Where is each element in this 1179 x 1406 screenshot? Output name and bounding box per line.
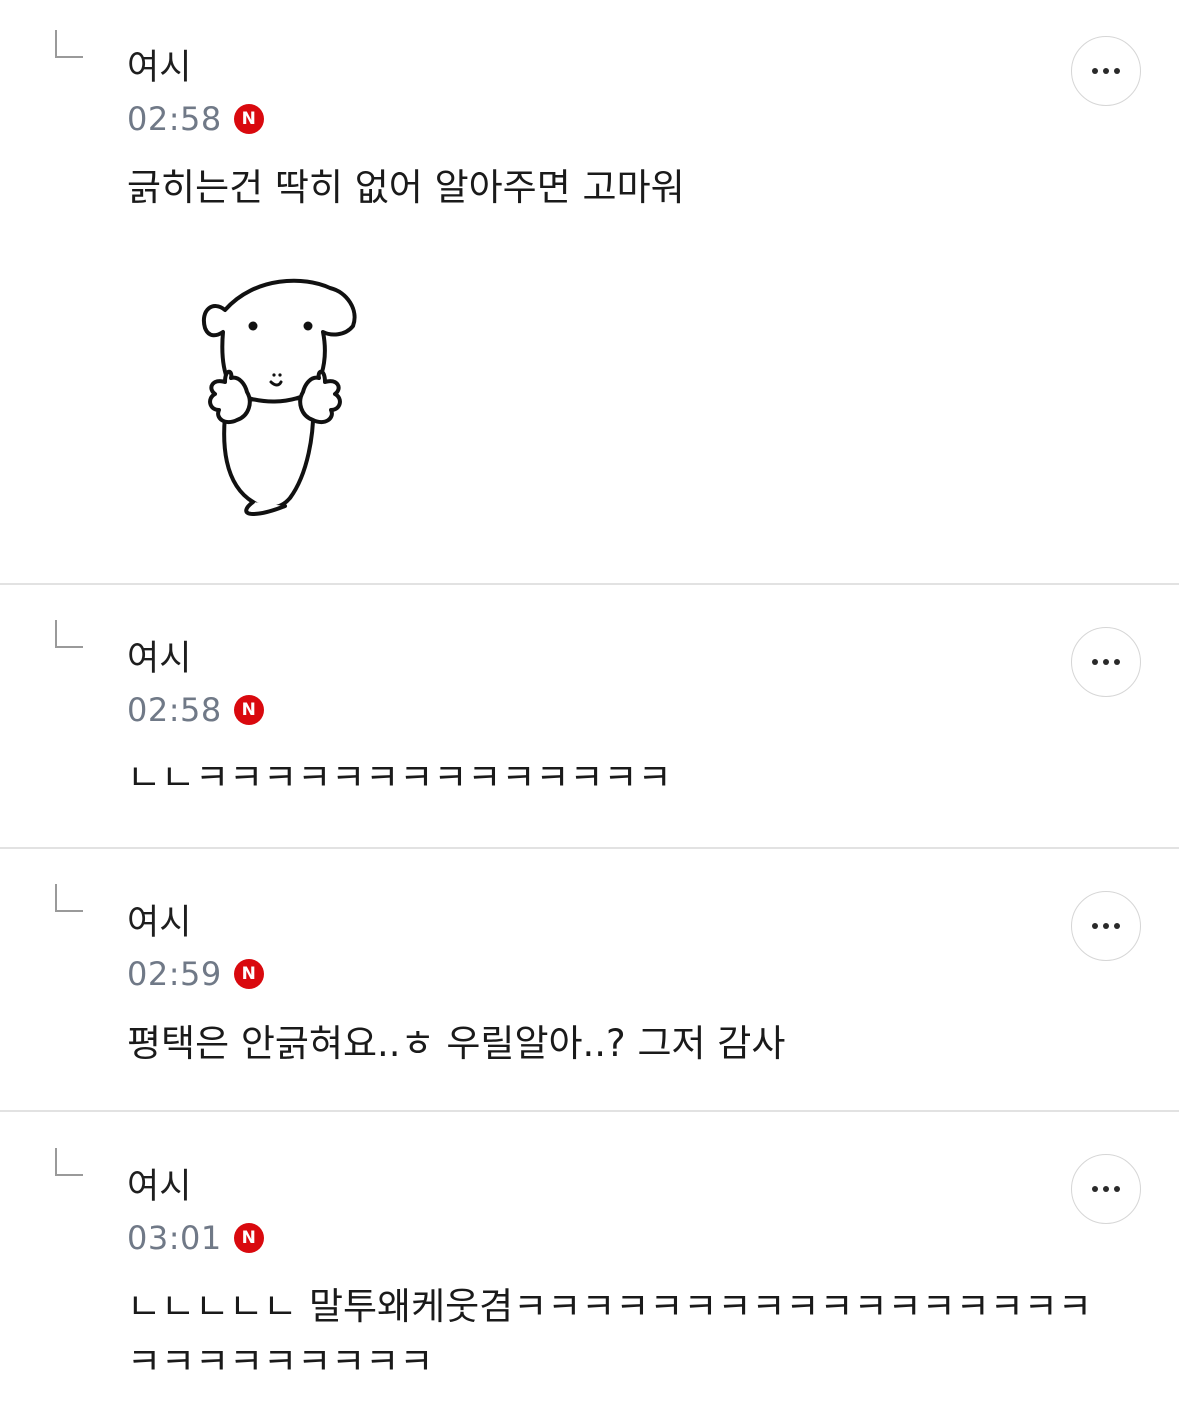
- puppy-sticker-icon[interactable]: [195, 270, 365, 520]
- new-badge-icon: N: [233, 104, 264, 134]
- more-options-icon: [1092, 68, 1098, 74]
- comment-time: 02:58: [127, 100, 222, 138]
- comment-time: 02:58: [127, 691, 222, 729]
- more-options-dot: [1114, 659, 1120, 665]
- more-options-dot: [1103, 659, 1109, 665]
- comment-item: 여시 02:59 N 평택은 안긁혀요..ㅎ 우릴알아..? 그저 감사: [0, 848, 1179, 1110]
- comment-item: 여시 02:58 N 긁히는건 딱히 없어 알아주면 고마워: [0, 0, 1179, 583]
- comment-author[interactable]: 여시: [127, 1167, 191, 1207]
- comment-author[interactable]: 여시: [127, 639, 191, 679]
- more-options-button[interactable]: [1071, 891, 1141, 961]
- more-options-icon: [1092, 659, 1098, 665]
- more-options-dot: [1114, 1186, 1120, 1192]
- comment-meta: 02:58 N: [127, 99, 264, 139]
- more-options-dot: [1103, 1186, 1109, 1192]
- new-badge-icon: N: [233, 1223, 264, 1253]
- more-options-dot: [1114, 68, 1120, 74]
- comment-time: 03:01: [127, 1219, 222, 1257]
- more-options-dot: [1103, 923, 1109, 929]
- more-options-button[interactable]: [1071, 627, 1141, 697]
- comment-meta: 03:01 N: [127, 1218, 264, 1258]
- more-options-dot: [1103, 68, 1109, 74]
- new-badge-icon: N: [233, 959, 264, 989]
- comment-meta: 02:59 N: [127, 954, 264, 994]
- comment-meta: 02:58 N: [127, 690, 264, 730]
- comment-author[interactable]: 여시: [127, 903, 191, 943]
- more-options-icon: [1092, 1186, 1098, 1192]
- more-options-dot: [1114, 923, 1120, 929]
- comment-time: 02:59: [127, 955, 222, 993]
- comment-text: 평택은 안긁혀요..ㅎ 우릴알아..? 그저 감사: [127, 1022, 786, 1065]
- more-options-button[interactable]: [1071, 36, 1141, 106]
- reply-arrow-icon: [55, 1148, 83, 1176]
- comment-author[interactable]: 여시: [127, 48, 191, 88]
- more-options-icon: [1092, 923, 1098, 929]
- comment-text: ㄴㄴㅋㅋㅋㅋㅋㅋㅋㅋㅋㅋㅋㅋㅋㅋ: [127, 756, 672, 799]
- reply-arrow-icon: [55, 620, 83, 648]
- more-options-button[interactable]: [1071, 1154, 1141, 1224]
- comment-item: 여시 02:58 N ㄴㄴㅋㅋㅋㅋㅋㅋㅋㅋㅋㅋㅋㅋㅋㅋ: [0, 584, 1179, 847]
- reply-arrow-icon: [55, 30, 83, 58]
- comment-item: 여시 03:01 N ㄴㄴㄴㄴㄴ 말투왜케웃겸ㅋㅋㅋㅋㅋㅋㅋㅋㅋㅋㅋㅋㅋㅋㅋㅋㅋ…: [0, 1111, 1179, 1406]
- comment-text: 긁히는건 딱히 없어 알아주면 고마워: [127, 166, 685, 209]
- comment-text: ㄴㄴㄴㄴㄴ 말투왜케웃겸ㅋㅋㅋㅋㅋㅋㅋㅋㅋㅋㅋㅋㅋㅋㅋㅋㅋㅋㅋㅋㅋㅋㅋㅋㅋㅋ: [127, 1285, 1092, 1383]
- new-badge-icon: N: [233, 695, 264, 725]
- reply-arrow-icon: [55, 884, 83, 912]
